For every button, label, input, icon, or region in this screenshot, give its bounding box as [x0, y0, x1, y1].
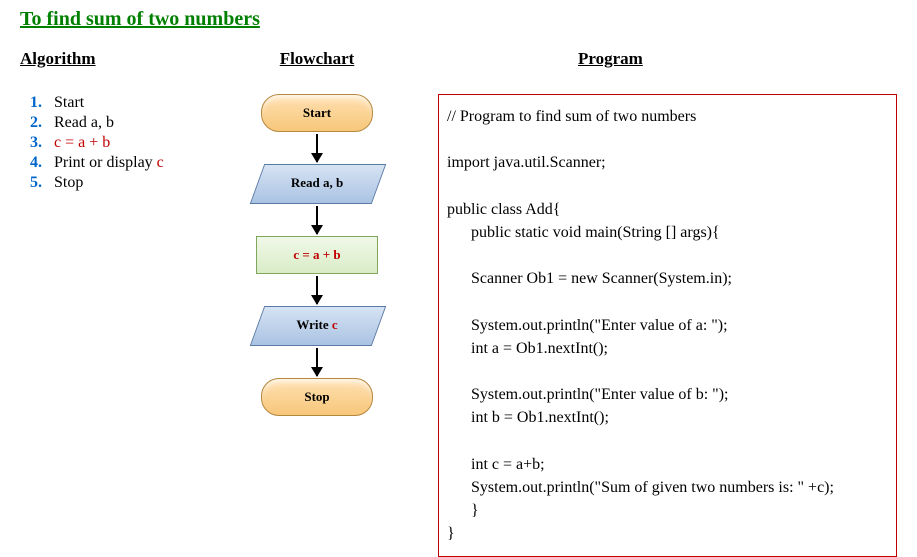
flow-start: Start: [261, 94, 373, 132]
program-column: Program // Program to find sum of two nu…: [438, 49, 897, 557]
alg-step-4: 4. Print or display c: [30, 154, 236, 172]
step-text-red: c: [157, 154, 164, 171]
flowchart: Start Read a, b c = a + b Write c: [247, 94, 387, 416]
flow-stop: Stop: [261, 378, 373, 416]
program-header: Program: [578, 49, 897, 69]
flow-arrow-icon: [316, 206, 318, 234]
flow-process-label: c = a + b: [293, 247, 340, 263]
flow-write-prefix: Write: [296, 317, 328, 333]
step-text-plain: Read a, b: [54, 114, 114, 131]
flow-stop-label: Stop: [304, 389, 329, 405]
step-number: 2.: [30, 114, 54, 132]
flow-read-label: Read a, b: [247, 164, 387, 202]
step-number: 4.: [30, 154, 54, 172]
step-text-plain: Print or display: [54, 154, 157, 171]
step-text: Read a, b: [54, 114, 114, 132]
step-text: c = a + b: [54, 134, 110, 152]
step-text-plain: Stop: [54, 174, 83, 191]
step-text: Start: [54, 94, 84, 112]
alg-step-2: 2. Read a, b: [30, 114, 236, 132]
algorithm-list: 1. Start 2. Read a, b 3. c = a + b: [30, 94, 236, 192]
flow-start-label: Start: [303, 105, 331, 121]
flow-write: Write c: [247, 306, 387, 346]
algorithm-header: Algorithm: [20, 49, 236, 69]
flow-arrow-icon: [316, 276, 318, 304]
document-page: To find sum of two numbers Algorithm 1. …: [0, 0, 917, 523]
flow-read-text: Read a, b: [291, 175, 343, 191]
flow-write-var: c: [332, 317, 338, 333]
step-number: 1.: [30, 94, 54, 112]
step-text-plain: Start: [54, 94, 84, 111]
step-text-red: c = a + b: [54, 134, 110, 151]
step-number: 3.: [30, 134, 54, 152]
alg-step-1: 1. Start: [30, 94, 236, 112]
flowchart-column: Flowchart Start Read a, b c = a + b: [236, 49, 398, 416]
flow-read: Read a, b: [247, 164, 387, 204]
step-text: Print or display c: [54, 154, 164, 172]
program-code: // Program to find sum of two numbers im…: [438, 94, 897, 557]
flow-process: c = a + b: [256, 236, 378, 274]
step-number: 5.: [30, 174, 54, 192]
page-title: To find sum of two numbers: [20, 8, 897, 31]
flowchart-header: Flowchart: [280, 49, 355, 69]
step-text: Stop: [54, 174, 83, 192]
alg-step-3: 3. c = a + b: [30, 134, 236, 152]
flow-arrow-icon: [316, 134, 318, 162]
alg-step-5: 5. Stop: [30, 174, 236, 192]
content-columns: Algorithm 1. Start 2. Read a, b 3.: [20, 49, 897, 557]
flow-write-label: Write c: [247, 306, 387, 344]
algorithm-column: Algorithm 1. Start 2. Read a, b 3.: [20, 49, 236, 194]
flow-arrow-icon: [316, 348, 318, 376]
